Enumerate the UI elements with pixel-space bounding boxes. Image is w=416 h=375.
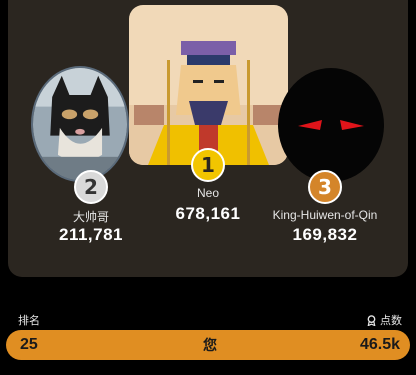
rank-2-badge: 2 [74,170,108,204]
rank-1-number: 1 [201,153,215,177]
medal-icon [367,314,376,326]
points-column-header: 点数 [366,312,402,328]
current-user-row[interactable]: 25 您 46.5k [6,330,410,360]
current-user-rank: 25 [20,336,38,353]
rank-1-badge: 1 [191,148,225,182]
rank-3-points: 169,832 [292,225,358,244]
current-user-label: 您 [203,337,217,353]
points-column-label: 点数 [380,315,402,327]
rank-2-name: 大帅哥 [72,210,109,224]
rank-3-name: King-Huiwen-of-Qin [272,208,378,222]
rank-3-number: 3 [318,175,332,199]
rank-2-points: 211,781 [58,225,123,244]
avatar-rank-2[interactable] [31,66,129,182]
rank-3-badge: 3 [308,170,342,204]
rank-2-number: 2 [84,175,98,199]
rank-column-header: 排名 [18,315,40,327]
avatar-rank-3[interactable] [278,68,384,182]
rank-1-name: Neo [196,186,219,200]
rank-1-points: 678,161 [175,204,241,223]
avatar-rank-1[interactable] [129,5,288,165]
current-user-points: 46.5k [359,336,400,353]
